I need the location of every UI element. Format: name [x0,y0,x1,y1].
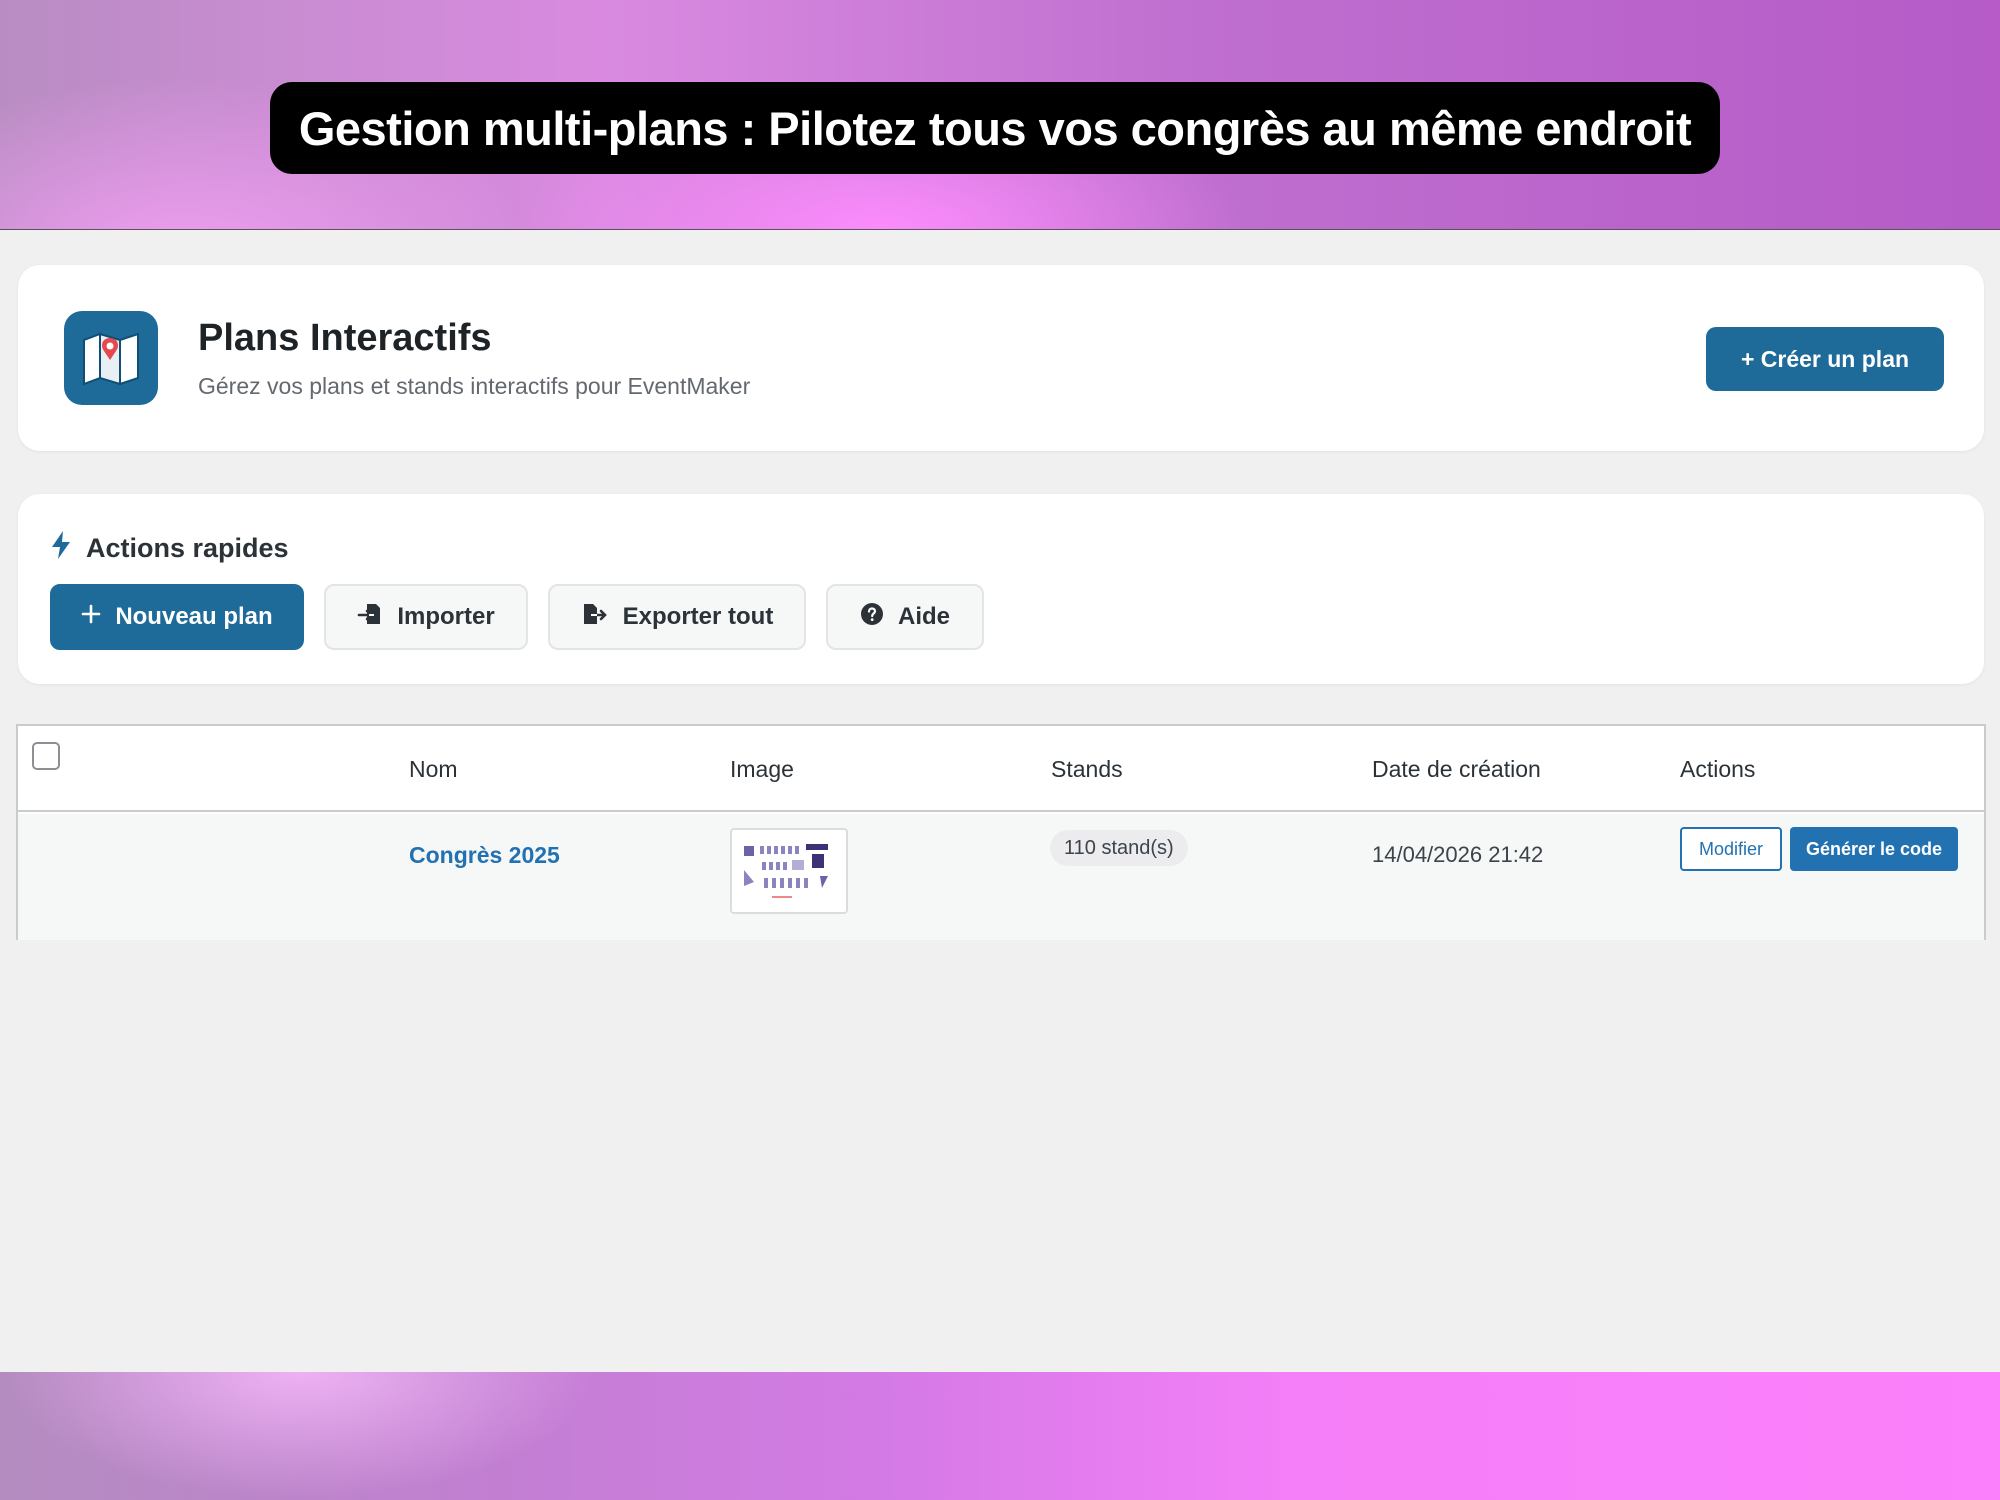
plus-icon [81,603,101,631]
create-plan-button[interactable]: + Créer un plan [1706,327,1944,391]
export-all-button[interactable]: Exporter tout [548,584,806,650]
page-title: Plans Interactifs [198,317,492,359]
top-banner: Gestion multi-plans : Pilotez tous vos c… [0,0,2000,230]
new-plan-label: Nouveau plan [115,603,273,630]
stands-count-badge: 110 stand(s) [1050,830,1188,866]
edit-plan-button[interactable]: Modifier [1680,827,1782,871]
select-all-checkbox[interactable] [32,742,60,770]
table-header: Nom Image Stands Date de création Action… [18,726,1984,812]
creation-date: 14/04/2026 21:42 [1372,842,1544,867]
quick-actions-card: Actions rapides Nouveau plan Importer Ex… [18,494,1984,684]
export-all-label: Exporter tout [622,603,774,630]
help-icon [860,602,884,633]
import-icon [357,601,383,634]
plans-table: Nom Image Stands Date de création Action… [16,724,1986,940]
map-icon [64,311,158,405]
quick-actions-heading: Actions rapides [50,528,289,568]
help-button[interactable]: Aide [826,584,984,650]
column-header-nom[interactable]: Nom [409,756,458,783]
column-header-date[interactable]: Date de création [1372,756,1541,783]
bottom-banner [0,1372,2000,1500]
import-label: Importer [397,603,495,630]
column-header-stands[interactable]: Stands [1051,756,1123,783]
quick-actions-title: Actions rapides [86,532,289,563]
new-plan-button[interactable]: Nouveau plan [50,584,304,650]
export-icon [581,601,609,634]
generate-code-button[interactable]: Générer le code [1790,827,1958,871]
column-header-image: Image [730,756,794,782]
header-card: Plans Interactifs Gérez vos plans et sta… [18,265,1984,451]
column-header-actions: Actions [1680,756,1756,782]
banner-title: Gestion multi-plans : Pilotez tous vos c… [270,82,1720,174]
plan-thumbnail [730,828,848,914]
table-row: Congrès 2025 110 stand(s) 14/04/2026 21:… [18,814,1984,940]
page-subtitle: Gérez vos plans et stands interactifs po… [198,373,751,399]
plan-name-link[interactable]: Congrès 2025 [409,842,560,869]
import-button[interactable]: Importer [324,584,528,650]
help-label: Aide [897,603,950,630]
bolt-icon [50,530,72,567]
